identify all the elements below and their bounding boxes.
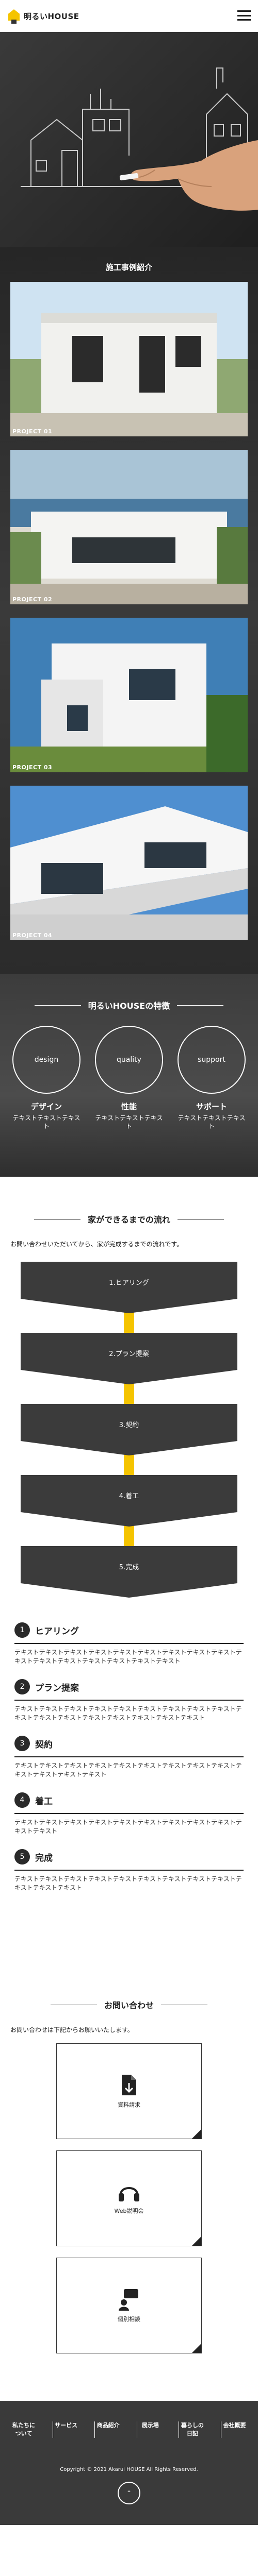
step-title: 完成 (35, 1853, 53, 1863)
step-number: 5 (14, 1849, 30, 1865)
contact-label: 個別相談 (118, 2316, 140, 2323)
step-title: 着工 (35, 1796, 53, 1807)
contact-heading: お問い合わせ (0, 1998, 258, 2011)
step-item: 4 着工 テキストテキストテキストテキストテキストテキストテキストテキストテキスト… (14, 1792, 244, 1836)
footer-link-diary[interactable]: 暮らしの日記 (179, 2421, 205, 2438)
step-number: 3 (14, 1736, 30, 1751)
project-label: PROJECT 02 (12, 596, 53, 603)
project-card[interactable]: PROJECT 01 (10, 282, 248, 436)
flow-section: 家ができるまでの流れ お問い合わせいただいてから、家が完成するまでの流れです。 … (0, 1177, 258, 1937)
feature-text: テキストテキストテキスト (178, 1114, 246, 1130)
features-heading: 明るいHOUSEの特徴 (5, 999, 253, 1011)
footer-link-about[interactable]: 私たちについて (10, 2421, 37, 2438)
step-text: テキストテキストテキストテキストテキストテキストテキストテキストテキストテキスト… (14, 1762, 242, 1778)
footer-link-service[interactable]: サービス (52, 2421, 79, 2438)
house-logo-icon (7, 7, 21, 25)
feature-circle: support (178, 1026, 246, 1094)
feature-design: design デザイン テキストテキストテキスト (10, 1026, 83, 1130)
flow-step-chevron: 2.プラン提案 (21, 1333, 237, 1384)
feature-circle: design (12, 1026, 80, 1094)
web-seminar-button[interactable]: Web説明会 (56, 2150, 202, 2246)
chevron-up-icon: ⌃ (126, 2489, 132, 2497)
flow-heading: 家ができるまでの流れ (0, 1213, 258, 1225)
project-card[interactable]: PROJECT 02 (10, 450, 248, 604)
flow-step-chevron: 3.契約 (21, 1404, 237, 1455)
logo-text: 明るいHOUSE (24, 11, 79, 21)
document-request-button[interactable]: 資料請求 (56, 2043, 202, 2139)
step-number: 1 (14, 1622, 30, 1638)
step-item: 1 ヒアリング テキストテキストテキストテキストテキストテキストテキストテキストテ… (14, 1622, 244, 1666)
contact-label: Web説明会 (114, 2208, 144, 2214)
step-item: 3 契約 テキストテキストテキストテキストテキストテキストテキストテキストテキスト… (14, 1736, 244, 1779)
step-title: 契約 (35, 1739, 53, 1750)
flow-chart: 1.ヒアリング 2.プラン提案 3.契約 4.着工 5.完成 (21, 1262, 237, 1598)
features-title: 明るいHOUSEの特徴 (88, 1001, 170, 1011)
project-label: PROJECT 04 (12, 932, 53, 939)
flow-intro: お問い合わせいただいてから、家が完成するまでの流れです。 (10, 1241, 183, 1248)
flow-step-details: 1 ヒアリング テキストテキストテキストテキストテキストテキストテキストテキストテ… (0, 1617, 258, 1921)
feature-text: テキストテキストテキスト (12, 1114, 80, 1130)
feature-title: 性能 (121, 1102, 137, 1111)
step-title: プラン提案 (35, 1683, 79, 1693)
flow-step-chevron: 5.完成 (21, 1546, 237, 1598)
feature-title: デザイン (30, 1102, 62, 1111)
step-number: 4 (14, 1792, 30, 1808)
footer-link-showroom[interactable]: 展示場 (136, 2421, 164, 2438)
contact-label: 資料請求 (118, 2102, 140, 2108)
project-label: PROJECT 03 (12, 764, 53, 771)
site-header: 明るいHOUSE (0, 0, 258, 32)
features-section: 明るいHOUSEの特徴 design デザイン テキストテキストテキスト qua… (0, 974, 258, 1177)
project-card[interactable]: PROJECT 04 (10, 786, 248, 940)
consultation-button[interactable]: 個別相談 (56, 2258, 202, 2353)
step-text: テキストテキストテキストテキストテキストテキストテキストテキストテキストテキスト… (14, 1819, 242, 1835)
consultation-icon (119, 2289, 138, 2311)
step-item: 5 完成 テキストテキストテキストテキストテキストテキストテキストテキストテキスト… (14, 1849, 244, 1892)
headset-icon (119, 2187, 139, 2201)
footer-nav: 私たちについて サービス 商品紹介 展示場 暮らしの日記 会社概要 (0, 2401, 258, 2456)
feature-circle: quality (95, 1026, 163, 1094)
contact-section: お問い合わせ お問い合わせは下記からお願いいたします。 資料請求 Web説明会 … (0, 1937, 258, 2401)
flow-step-chevron: 4.着工 (21, 1475, 237, 1527)
contact-intro: お問い合わせは下記からお願いいたします。 (10, 2026, 134, 2033)
step-text: テキストテキストテキストテキストテキストテキストテキストテキストテキストテキスト… (14, 1705, 242, 1721)
flow-title: 家ができるまでの流れ (88, 1215, 170, 1225)
site-logo[interactable]: 明るいHOUSE (7, 7, 79, 25)
project-card[interactable]: PROJECT 03 (10, 618, 248, 772)
feature-text: テキストテキストテキスト (95, 1114, 163, 1130)
step-item: 2 プラン提案 テキストテキストテキストテキストテキストテキストテキストテキストテ… (14, 1679, 244, 1722)
back-to-top-button[interactable]: ⌃ (118, 2482, 140, 2504)
flow-step-chevron: 1.ヒアリング (21, 1262, 237, 1313)
copyright: Copyright © 2021 Akarui HOUSE All Rights… (60, 2467, 198, 2472)
step-text: テキストテキストテキストテキストテキストテキストテキストテキストテキストテキスト… (14, 1875, 242, 1891)
feature-quality: quality 性能 テキストテキストテキスト (93, 1026, 165, 1130)
projects-title: 施工事例紹介 (105, 263, 152, 272)
footer-link-company[interactable]: 会社概要 (220, 2421, 248, 2438)
step-text: テキストテキストテキストテキストテキストテキストテキストテキストテキストテキスト… (14, 1649, 242, 1665)
project-label: PROJECT 01 (12, 428, 53, 435)
footer-link-products[interactable]: 商品紹介 (94, 2421, 121, 2438)
document-icon (122, 2075, 136, 2095)
hamburger-icon[interactable] (237, 10, 251, 21)
projects-section: 施工事例紹介 PROJECT 01 PROJECT 02 PROJECT 03 … (0, 247, 258, 974)
feature-title: サポート (196, 1102, 227, 1111)
hero-image (0, 32, 258, 247)
step-number: 2 (14, 1679, 30, 1694)
feature-support: support サポート テキストテキストテキスト (175, 1026, 248, 1130)
contact-title: お問い合わせ (104, 2001, 154, 2010)
site-footer: Copyright © 2021 Akarui HOUSE All Rights… (0, 2456, 258, 2525)
step-title: ヒアリング (35, 1626, 79, 1637)
